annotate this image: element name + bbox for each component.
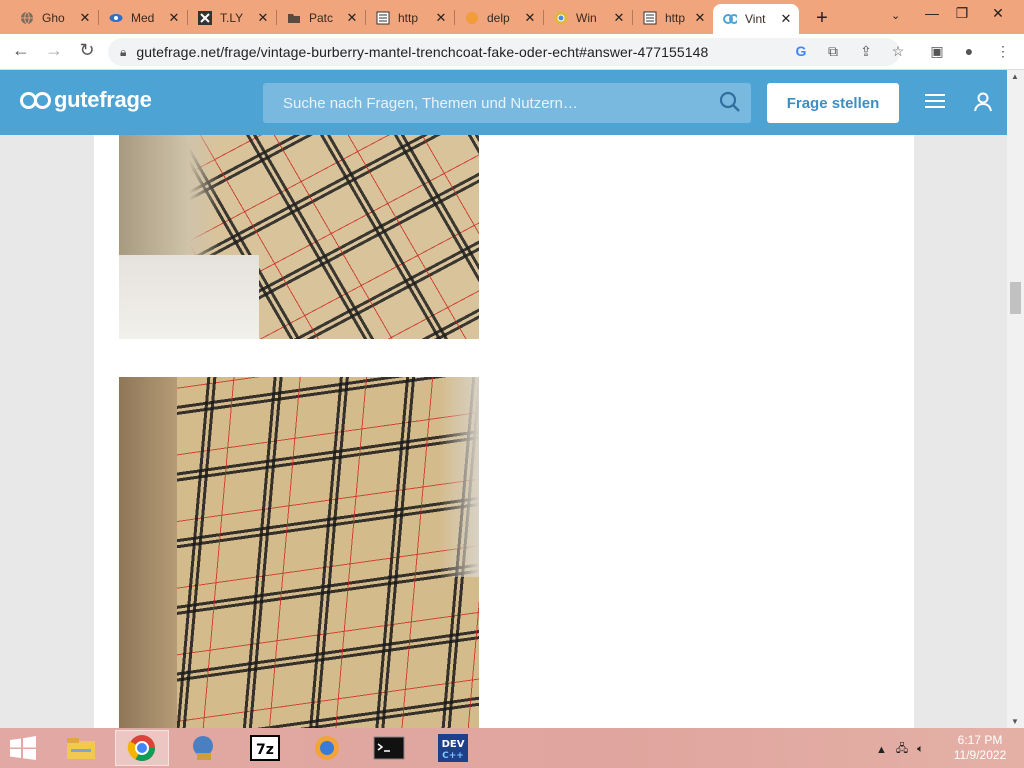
search-icon[interactable] [719, 91, 741, 113]
url-text[interactable]: gutefrage.net/frage/vintage-burberry-man… [136, 44, 708, 60]
vertical-scrollbar[interactable]: ▲ ▼ [1007, 70, 1024, 728]
tab-title: http [665, 10, 686, 25]
tab-strip: Gho ✕ Med ✕ T.LY ✕ Patc ✕ http ✕ delp ✕ … [0, 0, 1024, 34]
delp-icon [465, 11, 479, 25]
tab-8[interactable]: http ✕ [633, 4, 713, 31]
bookmark-star-icon[interactable]: ☆ [889, 43, 907, 60]
lock-icon[interactable]: 🔒︎ [120, 45, 126, 60]
reload-icon[interactable]: ↻ [75, 40, 99, 61]
terminal-icon[interactable] [362, 730, 416, 766]
chrome-icon [554, 11, 568, 25]
svg-text:C++: C++ [442, 751, 464, 761]
close-icon[interactable]: ✕ [523, 10, 537, 26]
medium-icon [109, 11, 123, 25]
answer-content [94, 135, 914, 728]
volume-icon[interactable]: 🔈︎ [917, 743, 924, 756]
tab-title: T.LY [220, 10, 244, 25]
system-tray: ▲ 🖧︎ 🔈︎ [876, 740, 924, 759]
hamburger-menu-icon[interactable] [925, 94, 945, 110]
network-tray-icon[interactable]: 🖧︎ [896, 740, 908, 759]
site-logo[interactable]: gutefrage [20, 87, 152, 113]
scroll-thumb[interactable] [1010, 282, 1021, 314]
address-bar[interactable]: 🔒︎ gutefrage.net/frage/vintage-burberry-… [108, 38, 900, 66]
file-explorer-icon[interactable] [54, 730, 108, 766]
tly-icon [198, 10, 212, 25]
tab-6[interactable]: delp ✕ [455, 4, 543, 31]
gutefrage-logo-icon [20, 91, 51, 109]
tab-title: Patc [309, 10, 334, 25]
svg-text:DEV: DEV [442, 739, 465, 750]
restore-icon[interactable]: ❐ [952, 5, 972, 22]
clock-date: 11/9/2022 [953, 748, 1007, 762]
close-icon[interactable]: ✕ [345, 10, 359, 26]
page-icon [376, 11, 390, 25]
tab-search-icon[interactable]: ⌄ [891, 9, 900, 22]
close-icon[interactable]: ✕ [434, 10, 448, 26]
close-icon[interactable]: ✕ [256, 10, 270, 26]
side-panel-icon[interactable]: ▣ [928, 43, 946, 60]
translate-icon[interactable]: ⧉ [824, 43, 842, 60]
forward-icon[interactable]: → [42, 40, 66, 61]
close-icon[interactable]: ✕ [779, 11, 793, 27]
tab-7[interactable]: Win ✕ [544, 4, 632, 31]
page-icon [643, 11, 657, 25]
tab-title: Gho [42, 10, 65, 25]
search-input[interactable]: Suche nach Fragen, Themen und Nutzern… [263, 83, 751, 123]
browser-menu-icon[interactable]: ⋮ [994, 43, 1012, 60]
tab-title: delp [487, 10, 510, 25]
close-icon[interactable]: ✕ [167, 10, 181, 26]
tab-1[interactable]: Gho ✕ [10, 4, 98, 31]
7zip-icon[interactable]: 7z [238, 730, 292, 766]
firefox-icon[interactable] [300, 730, 354, 766]
search-placeholder: Suche nach Fragen, Themen und Nutzern… [283, 94, 578, 112]
scroll-up-arrow-icon[interactable]: ▲ [1011, 72, 1019, 81]
clock-time: 6:17 PM [957, 733, 1003, 747]
browser-toolbar: ← → ↻ 🔒︎ gutefrage.net/frage/vintage-bur… [0, 34, 1024, 70]
taskbar-clock[interactable]: 6:17 PM 11/9/2022 [948, 733, 1012, 763]
google-icon[interactable]: G [792, 43, 810, 59]
ask-question-button[interactable]: Frage stellen [767, 83, 899, 123]
minimize-icon[interactable]: — [922, 5, 942, 21]
tab-9-active[interactable]: Vint ✕ [713, 4, 799, 34]
folder-icon [287, 11, 301, 25]
back-icon[interactable]: ← [9, 40, 33, 61]
network-icon[interactable] [176, 730, 230, 766]
brand-name: gutefrage [54, 87, 152, 112]
tray-expand-icon[interactable]: ▲ [876, 744, 887, 756]
devc-icon[interactable]: DEV C++ [426, 730, 480, 766]
chrome-icon[interactable] [115, 730, 169, 766]
tab-2[interactable]: Med ✕ [99, 4, 187, 31]
new-tab-button[interactable]: + [812, 7, 832, 30]
tab-4[interactable]: Patc ✕ [277, 4, 365, 31]
globe-icon [20, 11, 34, 25]
svg-text:7z: 7z [256, 742, 274, 758]
tab-title: Win [576, 10, 597, 25]
close-icon[interactable]: ✕ [612, 10, 626, 26]
gutefrage-icon [723, 12, 737, 26]
tab-title: http [398, 10, 419, 25]
scroll-down-arrow-icon[interactable]: ▼ [1011, 717, 1019, 726]
share-icon[interactable]: ⇪ [857, 43, 875, 60]
close-icon[interactable]: ✕ [78, 10, 92, 26]
windows-taskbar: 7z DEV C++ ▲ 🖧︎ 🔈︎ 6:17 PM 11/9/2022 [0, 728, 1024, 768]
windows-start-icon[interactable] [8, 736, 38, 760]
tab-title: Vint [745, 12, 766, 26]
burberry-check-lining-photo-2[interactable] [119, 377, 479, 728]
site-header: gutefrage Suche nach Fragen, Themen und … [0, 70, 1007, 135]
burberry-check-lining-photo-1[interactable] [119, 135, 479, 339]
tab-3[interactable]: T.LY ✕ [188, 4, 276, 31]
tab-5[interactable]: http ✕ [366, 4, 454, 31]
tab-title: Med [131, 10, 155, 25]
window-close-icon[interactable]: ✕ [988, 5, 1008, 22]
user-icon[interactable] [972, 91, 994, 113]
profile-avatar-icon[interactable]: ● [960, 43, 978, 59]
close-icon[interactable]: ✕ [693, 10, 707, 26]
